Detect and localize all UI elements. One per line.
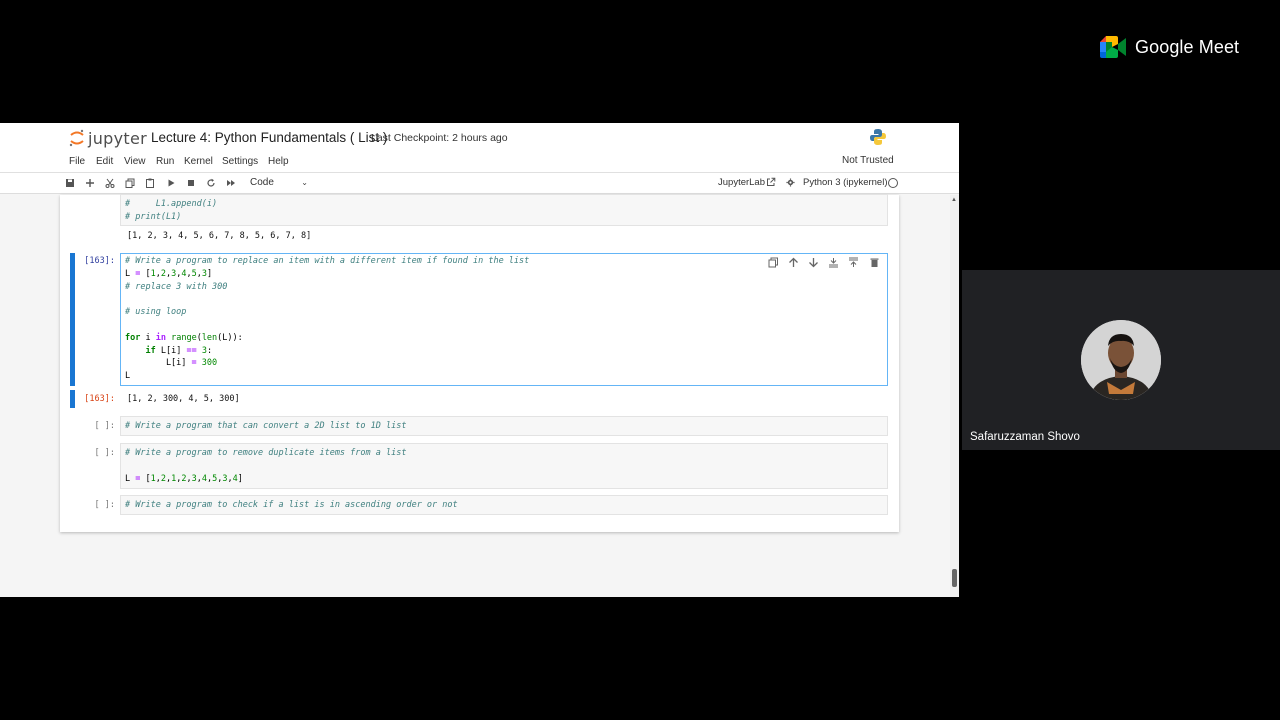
menu-view[interactable]: View <box>124 156 146 167</box>
menu-edit[interactable]: Edit <box>96 156 113 167</box>
trust-status[interactable]: Not Trusted <box>838 155 898 166</box>
restart-icon[interactable] <box>204 176 218 190</box>
menu-bar: File Edit View Run Kernel Settings Help … <box>0 151 959 173</box>
menu-file[interactable]: File <box>69 156 85 167</box>
external-link-icon[interactable] <box>766 177 776 187</box>
notebook-toolbar: Code ⌄ JupyterLab Python 3 (ipykernel) <box>0 173 959 194</box>
cell-output: [1, 2, 3, 4, 5, 6, 7, 8, 5, 6, 7, 8] <box>127 231 312 241</box>
jupyter-logo[interactable]: jupyter <box>68 128 147 148</box>
active-cell-indicator <box>70 253 75 386</box>
chevron-down-icon: ⌄ <box>301 178 308 187</box>
run-icon[interactable] <box>164 176 178 190</box>
participant-photo-icon <box>1081 320 1161 400</box>
cell-input-prompt: [ ]: <box>94 421 115 431</box>
code-line: # Write a program to check if a list is … <box>125 500 458 510</box>
google-meet-icon <box>1100 36 1126 58</box>
duplicate-cell-icon[interactable] <box>768 255 780 268</box>
cell-type-dropdown[interactable]: Code ⌄ <box>246 176 310 190</box>
insert-below-icon[interactable] <box>848 255 860 267</box>
code-cell-input[interactable] <box>120 194 888 226</box>
scroll-thumb[interactable] <box>952 569 957 587</box>
cell-input-prompt: [ ]: <box>94 448 115 458</box>
delete-cell-icon[interactable] <box>869 255 881 267</box>
paste-icon[interactable] <box>143 176 157 190</box>
move-up-icon[interactable] <box>788 255 800 267</box>
kernel-gear-icon[interactable] <box>786 178 795 187</box>
python-logo-icon <box>870 129 886 145</box>
kernel-idle-icon <box>888 178 898 188</box>
move-down-icon[interactable] <box>808 255 820 268</box>
cell-output: [1, 2, 300, 4, 5, 300] <box>127 394 240 404</box>
menu-help[interactable]: Help <box>268 156 289 167</box>
cut-icon[interactable] <box>103 176 117 190</box>
code-line: # Write a program to remove duplicate it… <box>125 448 407 458</box>
participant-name: Safaruzzaman Shovo <box>970 431 1080 443</box>
code-line: # print(L1) <box>125 212 182 222</box>
code-editor[interactable]: # Write a program to replace an item wit… <box>125 255 529 383</box>
cell-type-value: Code <box>250 177 274 188</box>
scroll-up-icon[interactable]: ▲ <box>951 197 957 203</box>
participant-avatar <box>1081 320 1161 400</box>
notebook-header: jupyter Lecture 4: Python Fundamentals (… <box>0 123 959 151</box>
jupyterlab-link[interactable]: JupyterLab <box>718 177 765 188</box>
fast-forward-icon[interactable] <box>224 176 238 190</box>
jupyter-logo-text: jupyter <box>88 128 148 148</box>
menu-settings[interactable]: Settings <box>222 156 258 167</box>
google-meet-logo: Google Meet <box>1100 36 1239 58</box>
menu-run[interactable]: Run <box>156 156 174 167</box>
jupyter-window: jupyter Lecture 4: Python Fundamentals (… <box>0 123 959 597</box>
google-meet-wordmark: Google Meet <box>1135 36 1240 57</box>
notebook-scrollbar[interactable]: ▲ <box>950 195 959 597</box>
notebook-title[interactable]: Lecture 4: Python Fundamentals ( List ) <box>151 130 387 145</box>
stop-icon[interactable] <box>184 176 198 190</box>
cell-input-prompt: [ ]: <box>94 500 115 510</box>
code-line: L = [1,2,1,2,3,4,5,3,4] <box>125 474 243 484</box>
jupyter-logo-icon <box>69 129 84 147</box>
copy-icon[interactable] <box>123 176 137 190</box>
cell-input-prompt: [163]: <box>84 256 115 266</box>
code-line: # Write a program that can convert a 2D … <box>125 421 407 431</box>
insert-above-icon[interactable] <box>828 255 840 268</box>
save-icon[interactable] <box>63 176 77 190</box>
menu-kernel[interactable]: Kernel <box>184 156 213 167</box>
kernel-name[interactable]: Python 3 (ipykernel) <box>803 177 887 188</box>
last-checkpoint: Last Checkpoint: 2 hours ago <box>371 132 508 144</box>
code-line: # L1.append(i) <box>125 199 218 209</box>
add-cell-icon[interactable] <box>83 176 97 190</box>
cell-output-prompt: [163]: <box>84 394 115 404</box>
